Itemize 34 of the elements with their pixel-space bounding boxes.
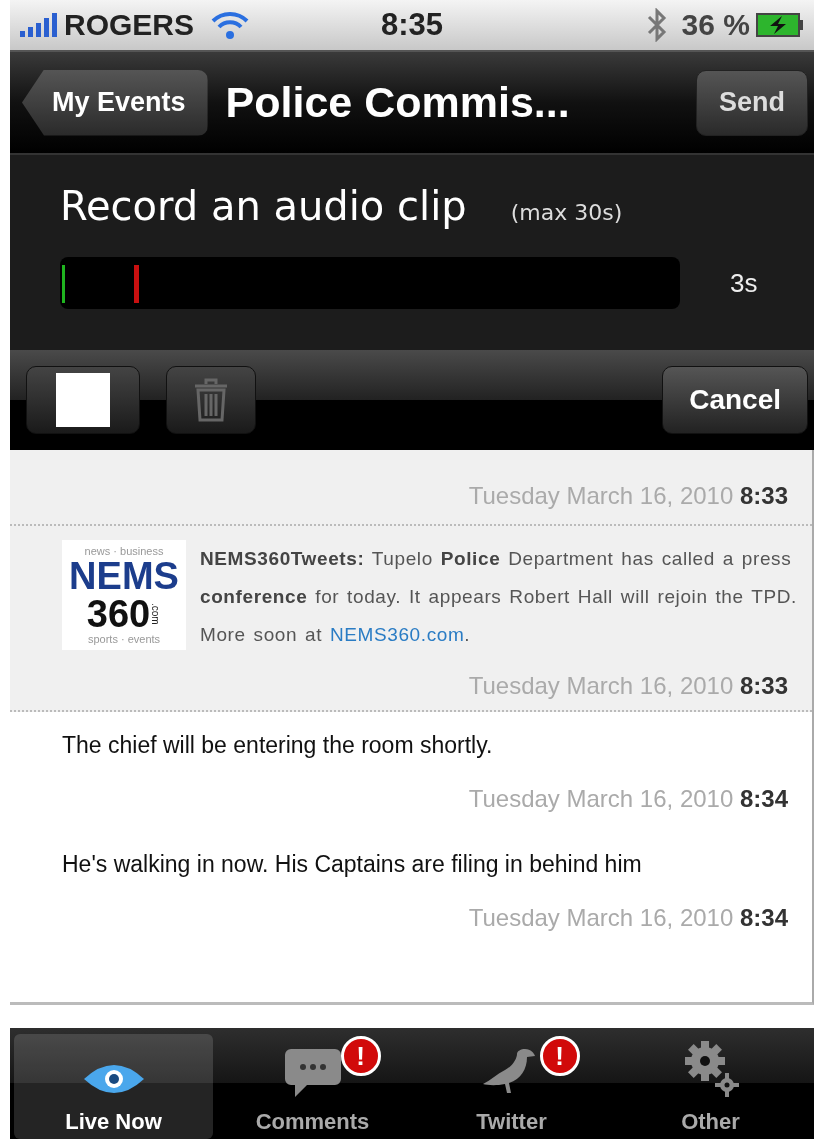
- bluetooth-icon: [645, 8, 668, 42]
- gears-icon: [682, 1039, 739, 1099]
- message-text: The chief will be entering the room shortly.: [61, 732, 494, 759]
- carrier-name: ROGERS: [64, 8, 195, 42]
- back-button[interactable]: My Events: [22, 69, 208, 136]
- message-text: He's walking in now. His Captains are filing in behind him: [61, 851, 643, 878]
- website-link[interactable]: NEMS360.com: [330, 624, 465, 645]
- alert-badge: !: [340, 1036, 381, 1076]
- screen-title: Police Commis...: [225, 78, 571, 127]
- battery-percent: 36 %: [681, 8, 750, 42]
- clock: 8:35: [381, 7, 443, 43]
- speech-bubble-icon: [282, 1047, 343, 1099]
- news-logo: news · business NEMS 360 .com sports · events: [62, 540, 186, 650]
- timestamp: Tuesday March 16, 2010 8:33: [468, 482, 789, 510]
- tweet-text: NEMS360Tweets: Tupelo Police Department has called a press conference for today. It appears Robert Hall will rejoin the TPD. More soon at NEMS360.com.: [200, 547, 798, 647]
- recorder-title: Record an audio clip: [60, 183, 467, 229]
- timestamp: Tuesday March 16, 2010 8:34: [468, 904, 789, 932]
- timestamp: Tuesday March 16, 2010 8:33: [468, 672, 789, 700]
- tab[interactable]: Other: [611, 1034, 810, 1139]
- tab[interactable]: Live Now: [14, 1034, 213, 1139]
- send-button[interactable]: Send: [696, 69, 808, 136]
- stop-button[interactable]: [26, 366, 140, 434]
- tab[interactable]: Twitter !: [412, 1034, 611, 1139]
- max-length-hint: (max 30s): [510, 200, 623, 225]
- stop-icon: [56, 373, 110, 427]
- alert-badge: !: [539, 1036, 580, 1076]
- signal-icon: [20, 13, 60, 37]
- cancel-button[interactable]: Cancel: [662, 366, 808, 434]
- timestamp: Tuesday March 16, 2010 8:34: [468, 785, 789, 813]
- wifi-icon: [210, 10, 251, 40]
- elapsed-time: 3s: [730, 267, 758, 299]
- tab[interactable]: Comments !: [213, 1034, 412, 1139]
- battery-charging-icon: [756, 13, 804, 37]
- trash-icon: [193, 378, 229, 422]
